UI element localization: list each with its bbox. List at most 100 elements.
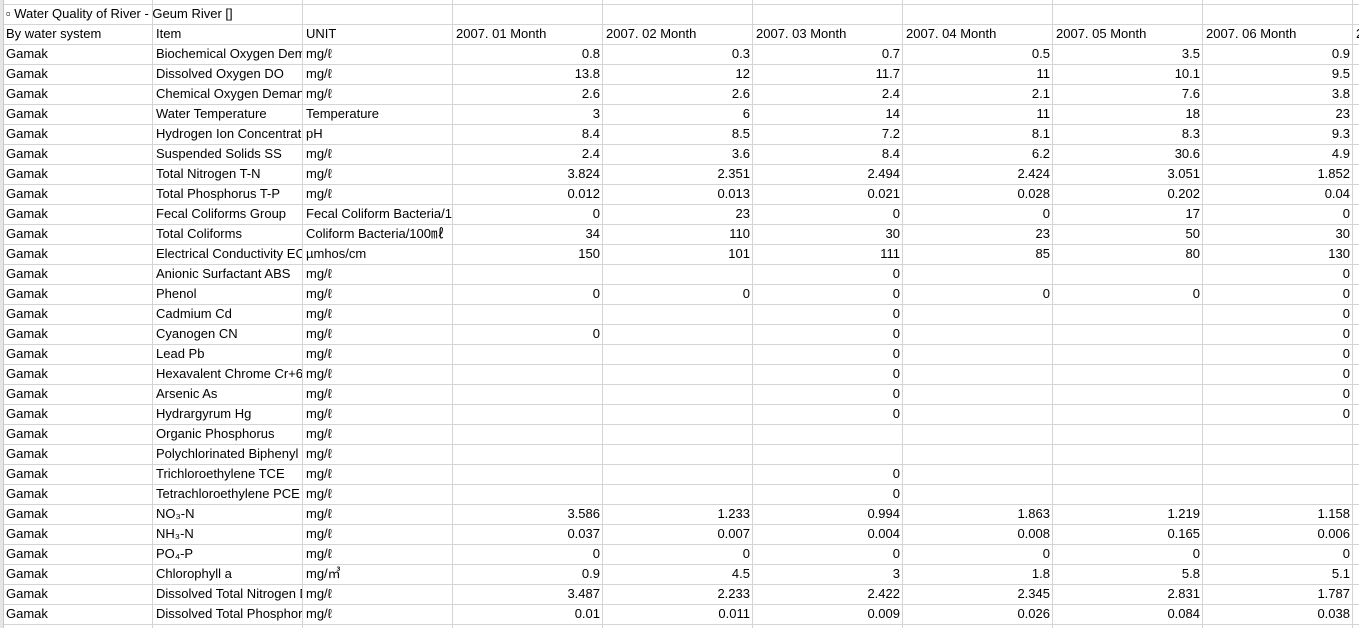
- month-01-cell[interactable]: 0.01: [452, 604, 602, 624]
- month-01-cell[interactable]: [452, 384, 602, 404]
- month-04-cell[interactable]: 11: [902, 64, 1052, 84]
- month-06-cell[interactable]: [1202, 424, 1352, 444]
- unit-cell[interactable]: mg/ℓ: [302, 284, 452, 304]
- month-04-cell[interactable]: 23: [902, 224, 1052, 244]
- item-cell[interactable]: Water Temperature: [152, 104, 302, 124]
- month-06-cell[interactable]: 5.1: [1202, 564, 1352, 584]
- water-system-cell[interactable]: Gamak: [4, 244, 152, 264]
- month-02-cell[interactable]: 8.5: [602, 124, 752, 144]
- item-cell[interactable]: Chlorophyll a: [152, 564, 302, 584]
- item-cell[interactable]: Dissolved Total Phosphorus DTP: [152, 604, 302, 624]
- header-cell-next-month[interactable]: 2: [1352, 24, 1359, 44]
- header-cell-month-01[interactable]: 2007. 01 Month: [452, 24, 602, 44]
- unit-cell[interactable]: µmhos/cm: [302, 244, 452, 264]
- water-system-cell[interactable]: Gamak: [4, 564, 152, 584]
- unit-cell[interactable]: Temperature: [302, 104, 452, 124]
- month-04-cell[interactable]: [902, 444, 1052, 464]
- month-05-cell[interactable]: [1052, 424, 1202, 444]
- month-01-cell[interactable]: [452, 484, 602, 504]
- unit-cell[interactable]: mg/ℓ: [302, 464, 452, 484]
- item-cell[interactable]: Cadmium Cd: [152, 304, 302, 324]
- month-06-cell[interactable]: 30: [1202, 224, 1352, 244]
- month-04-cell[interactable]: 6.2: [902, 144, 1052, 164]
- item-cell[interactable]: Hexavalent Chrome Cr+6: [152, 364, 302, 384]
- unit-cell[interactable]: Coliform Bacteria/100㎖: [302, 224, 452, 244]
- unit-cell[interactable]: mg/ℓ: [302, 144, 452, 164]
- month-05-cell[interactable]: 17: [1052, 204, 1202, 224]
- month-03-cell[interactable]: 0: [752, 484, 902, 504]
- month-02-cell[interactable]: 1.233: [602, 504, 752, 524]
- month-06-cell[interactable]: 0: [1202, 284, 1352, 304]
- month-03-cell[interactable]: 7.2: [752, 124, 902, 144]
- month-06-cell[interactable]: 0.038: [1202, 604, 1352, 624]
- unit-cell[interactable]: Fecal Coliform Bacteria/100㎖: [302, 204, 452, 224]
- item-cell[interactable]: Tetrachloroethylene PCE: [152, 484, 302, 504]
- month-01-cell[interactable]: 0: [452, 544, 602, 564]
- water-system-cell[interactable]: Gamak: [4, 464, 152, 484]
- month-01-cell[interactable]: 0: [452, 204, 602, 224]
- item-cell[interactable]: Trichloroethylene TCE: [152, 464, 302, 484]
- month-04-cell[interactable]: 2.424: [902, 164, 1052, 184]
- unit-cell[interactable]: mg/ℓ: [302, 184, 452, 204]
- header-cell-month-02[interactable]: 2007. 02 Month: [602, 24, 752, 44]
- header-cell-month-03[interactable]: 2007. 03 Month: [752, 24, 902, 44]
- unit-cell[interactable]: mg/ℓ: [302, 424, 452, 444]
- month-01-cell[interactable]: 150: [452, 244, 602, 264]
- unit-cell[interactable]: mg/ℓ: [302, 364, 452, 384]
- month-05-cell[interactable]: 10.1: [1052, 64, 1202, 84]
- month-05-cell[interactable]: 18: [1052, 104, 1202, 124]
- month-01-cell[interactable]: 0.9: [452, 564, 602, 584]
- month-05-cell[interactable]: 30.6: [1052, 144, 1202, 164]
- month-05-cell[interactable]: [1052, 404, 1202, 424]
- month-06-cell[interactable]: 0: [1202, 344, 1352, 364]
- water-system-cell[interactable]: Gamak: [4, 424, 152, 444]
- month-03-cell[interactable]: 11.7: [752, 64, 902, 84]
- month-04-cell[interactable]: [902, 344, 1052, 364]
- item-cell[interactable]: Dissolved Total Nitrogen DTN: [152, 584, 302, 604]
- month-06-cell[interactable]: 0.9: [1202, 44, 1352, 64]
- month-04-cell[interactable]: [902, 424, 1052, 444]
- month-03-cell[interactable]: 30: [752, 224, 902, 244]
- month-05-cell[interactable]: [1052, 264, 1202, 284]
- item-cell[interactable]: Hydrargyrum Hg: [152, 404, 302, 424]
- month-02-cell[interactable]: 0: [602, 284, 752, 304]
- water-system-cell[interactable]: Gamak: [4, 404, 152, 424]
- month-06-cell[interactable]: 0: [1202, 264, 1352, 284]
- month-06-cell[interactable]: 130: [1202, 244, 1352, 264]
- month-01-cell[interactable]: 0.037: [452, 524, 602, 544]
- item-cell[interactable]: Polychlorinated Biphenyl: [152, 444, 302, 464]
- month-03-cell[interactable]: 0.994: [752, 504, 902, 524]
- item-cell[interactable]: Electrical Conductivity EC: [152, 244, 302, 264]
- unit-cell[interactable]: mg/ℓ: [302, 504, 452, 524]
- header-cell-water-system[interactable]: By water system: [4, 24, 152, 44]
- month-02-cell[interactable]: [602, 484, 752, 504]
- water-system-cell[interactable]: Gamak: [4, 304, 152, 324]
- month-03-cell[interactable]: 0: [752, 364, 902, 384]
- month-03-cell[interactable]: 14: [752, 104, 902, 124]
- water-system-cell[interactable]: Gamak: [4, 544, 152, 564]
- month-04-cell[interactable]: 85: [902, 244, 1052, 264]
- month-02-cell[interactable]: [602, 464, 752, 484]
- month-04-cell[interactable]: 0.008: [902, 524, 1052, 544]
- month-04-cell[interactable]: 1.8: [902, 564, 1052, 584]
- month-06-cell[interactable]: 0: [1202, 404, 1352, 424]
- month-06-cell[interactable]: 3.8: [1202, 84, 1352, 104]
- month-03-cell[interactable]: 8.4: [752, 144, 902, 164]
- item-cell[interactable]: Total Nitrogen T-N: [152, 164, 302, 184]
- month-06-cell[interactable]: 0.04: [1202, 184, 1352, 204]
- water-system-cell[interactable]: Gamak: [4, 364, 152, 384]
- month-04-cell[interactable]: 2.1: [902, 84, 1052, 104]
- header-cell-month-06[interactable]: 2007. 06 Month: [1202, 24, 1352, 44]
- month-01-cell[interactable]: 3.824: [452, 164, 602, 184]
- month-03-cell[interactable]: 0: [752, 264, 902, 284]
- month-02-cell[interactable]: 0.007: [602, 524, 752, 544]
- unit-cell[interactable]: mg/ℓ: [302, 384, 452, 404]
- month-02-cell[interactable]: 12: [602, 64, 752, 84]
- month-03-cell[interactable]: 0: [752, 284, 902, 304]
- month-02-cell[interactable]: 110: [602, 224, 752, 244]
- month-03-cell[interactable]: 3: [752, 564, 902, 584]
- item-cell[interactable]: Lead Pb: [152, 344, 302, 364]
- month-02-cell[interactable]: [602, 304, 752, 324]
- water-system-cell[interactable]: Gamak: [4, 84, 152, 104]
- month-02-cell[interactable]: 2.6: [602, 84, 752, 104]
